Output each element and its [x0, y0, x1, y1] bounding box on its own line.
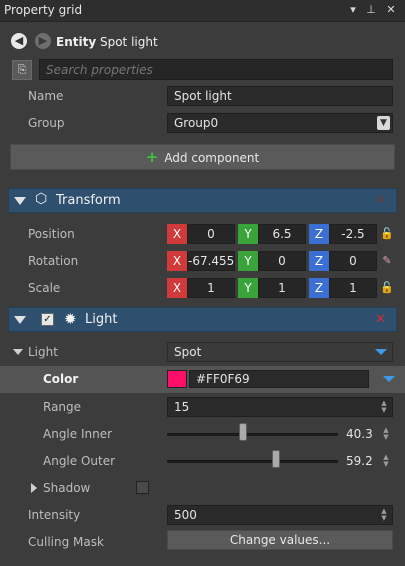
angle-inner-label: Angle Inner	[43, 427, 113, 441]
culling-mask-label: Culling Mask	[28, 535, 104, 549]
spinner-icon[interactable]: ▲ ▼	[381, 454, 391, 468]
color-hex-field[interactable]: #FF0F69	[189, 370, 369, 388]
angle-inner-slider[interactable]	[167, 433, 338, 436]
collapse-icon[interactable]	[14, 197, 26, 205]
shadow-checkbox[interactable]	[136, 481, 149, 494]
angle-outer-slider-thumb[interactable]	[272, 450, 280, 468]
forward-icon[interactable]: ▶	[35, 33, 51, 49]
light-type-label: Light	[28, 345, 58, 359]
light-enabled-checkbox[interactable]: ✓	[41, 313, 54, 326]
remove-component-icon[interactable]: ✕	[375, 312, 386, 327]
lock-icon[interactable]: 🔓	[380, 227, 394, 241]
rotation-y-value[interactable]: 0	[258, 251, 306, 271]
expand-icon[interactable]	[13, 349, 23, 355]
x-tag: X	[167, 251, 187, 271]
bulb-icon: ✹	[64, 310, 77, 328]
scale-x-value[interactable]: 1	[187, 278, 235, 298]
chevron-down-icon	[375, 349, 387, 355]
chevron-down-icon[interactable]	[383, 376, 395, 382]
y-tag: Y	[238, 278, 258, 298]
entity-name: Spot light	[99, 35, 158, 49]
light-component-header[interactable]: ✓ ✹ Light ✕	[8, 307, 397, 332]
plus-icon: +	[145, 148, 159, 166]
rotation-label: Rotation	[28, 254, 79, 268]
spinner-icon[interactable]: ▲ ▼	[379, 400, 389, 414]
angle-outer-label: Angle Outer	[43, 454, 116, 468]
culling-mask-change-button[interactable]: Change values...	[167, 530, 393, 550]
angle-inner-value: 40.3	[346, 427, 373, 441]
range-field[interactable]: 15 ▲ ▼	[167, 397, 393, 417]
z-tag: Z	[309, 251, 329, 271]
property-list: Name Spot light Group Group0 ▼ + Add comp…	[0, 84, 405, 566]
back-icon[interactable]: ◀	[11, 33, 27, 49]
chevron-down-icon: ▼	[377, 116, 390, 130]
light-type-select[interactable]: Spot	[167, 342, 393, 362]
angle-outer-slider[interactable]	[167, 460, 338, 463]
z-tag: Z	[309, 278, 329, 298]
intensity-label: Intensity	[28, 508, 81, 522]
add-component-button[interactable]: + Add component	[10, 144, 395, 170]
light-type-value: Spot	[174, 345, 202, 359]
x-tag: X	[167, 224, 187, 244]
entity-prefix: Entity	[56, 35, 97, 49]
position-z-value[interactable]: -2.5	[329, 224, 377, 244]
rotation-x-value[interactable]: -67.455	[187, 251, 235, 271]
panel-title-bar: Property grid ▾ ⊥ ✕	[0, 0, 405, 22]
spinner-icon[interactable]: ▲ ▼	[379, 508, 389, 522]
color-row: Color #FF0F69	[0, 366, 405, 393]
intensity-field[interactable]: 500 ▲ ▼	[167, 505, 393, 525]
search-options-icon[interactable]: ⎘	[12, 60, 32, 80]
intensity-value: 500	[174, 508, 197, 522]
x-tag: X	[167, 278, 187, 298]
scale-z-value[interactable]: 1	[329, 278, 377, 298]
y-tag: Y	[238, 224, 258, 244]
scale-label: Scale	[28, 281, 61, 295]
angle-inner-slider-thumb[interactable]	[239, 423, 247, 441]
group-select[interactable]: Group0 ▼	[167, 113, 393, 133]
search-bar: ⎘	[0, 58, 405, 82]
group-value: Group0	[174, 116, 219, 130]
add-component-label: Add component	[164, 151, 260, 165]
color-swatch[interactable]	[167, 370, 187, 388]
expand-icon[interactable]	[31, 483, 37, 493]
position-y-value[interactable]: 6.5	[258, 224, 306, 244]
close-icon[interactable]: ✕	[383, 2, 399, 18]
panel-title: Property grid	[4, 3, 83, 17]
remove-component-icon: ✕	[375, 193, 386, 208]
shadow-label: Shadow	[43, 481, 91, 495]
z-tag: Z	[309, 224, 329, 244]
entity-header: ◀ ▶ Entity Spot light	[0, 30, 405, 54]
spinner-icon[interactable]: ▲ ▼	[381, 427, 391, 441]
collapse-icon[interactable]	[14, 316, 26, 324]
entity-title: Entity Spot light	[56, 35, 158, 49]
scale-y-value[interactable]: 1	[258, 278, 306, 298]
panel-menu-icon[interactable]: ▾	[345, 2, 361, 18]
angle-outer-value: 59.2	[346, 454, 373, 468]
lock-icon[interactable]: 🔓	[380, 281, 394, 295]
transform-title: Transform	[56, 193, 121, 208]
transform-component-header[interactable]: ⬡ Transform ✕	[8, 188, 397, 213]
name-label: Name	[28, 89, 64, 103]
cube-icon: ⬡	[35, 191, 48, 207]
search-input[interactable]	[39, 59, 393, 80]
eraser-icon[interactable]: ✎	[380, 254, 394, 268]
name-field[interactable]: Spot light	[167, 86, 393, 106]
color-label: Color	[43, 372, 79, 386]
group-label: Group	[28, 116, 65, 130]
rotation-z-value[interactable]: 0	[329, 251, 377, 271]
range-value: 15	[174, 400, 190, 414]
position-label: Position	[28, 227, 75, 241]
light-title: Light	[85, 312, 118, 327]
pin-icon[interactable]: ⊥	[363, 2, 379, 18]
y-tag: Y	[238, 251, 258, 271]
position-x-value[interactable]: 0	[187, 224, 235, 244]
range-label: Range	[43, 400, 82, 414]
